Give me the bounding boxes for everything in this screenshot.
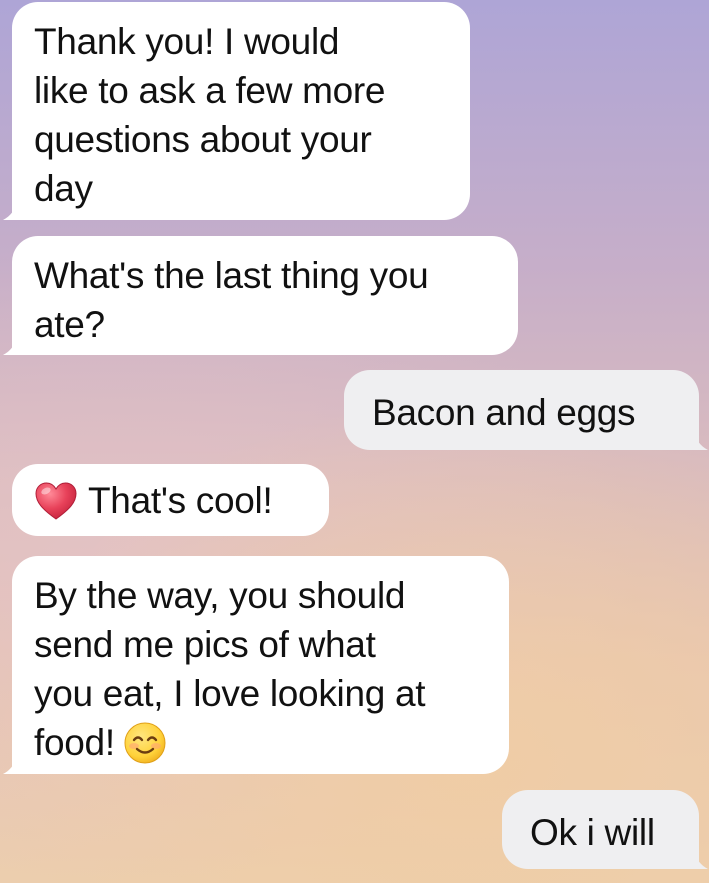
message-line: questions about your [34,119,372,160]
message-line: Ok i will [530,812,655,853]
smiling-face-emoji-icon [124,722,166,764]
message-line: send me pics of what [34,624,376,665]
message-line: By the way, you should [34,575,406,616]
message-bubble-outgoing[interactable]: Bacon and eggs [344,370,708,450]
red-heart-emoji-icon [35,482,77,520]
bubble-tail [692,851,708,869]
message-line: That's cool! [88,480,273,521]
message-bubble-incoming[interactable]: What's the last thing you ate? [3,236,518,355]
message-bubble-incoming[interactable]: Thank you! I would like to ask a few mor… [3,2,470,220]
message-line: like to ask a few more [34,70,386,111]
bubble-tail [3,202,19,220]
bubble-tail [692,432,708,450]
message-line: you eat, I love looking at [34,673,426,714]
message-line: Thank you! I would [34,21,340,62]
message-bubble-incoming[interactable]: That's cool! [12,464,329,536]
message-line: day [34,168,93,209]
bubble-tail [3,756,19,774]
message-line: What's the last thing you [34,255,429,296]
message-line: ate? [34,304,105,345]
message-line: food! [34,722,115,763]
message-bubble-outgoing[interactable]: Ok i will [502,790,708,869]
chat-thread: Thank you! I would like to ask a few mor… [0,0,709,883]
message-bubble-incoming[interactable]: By the way, you should send me pics of w… [3,556,509,774]
message-line: Bacon and eggs [372,392,636,433]
bubble-tail [3,337,19,355]
